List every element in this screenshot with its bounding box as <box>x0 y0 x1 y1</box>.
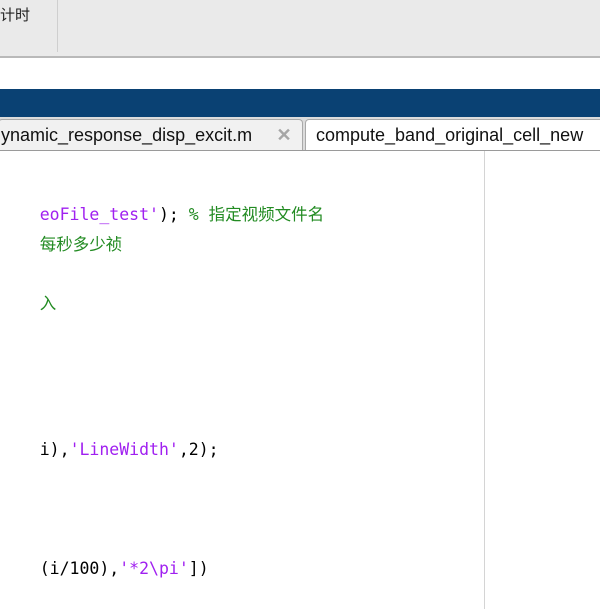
tab-dynamic-response-disp-excit[interactable]: ynamic_response_disp_excit.m ✕ <box>0 119 303 150</box>
string-literal: 'LineWidth' <box>69 440 179 459</box>
code-line: 每秒多少祯 <box>0 212 123 254</box>
code-line: eoFile_test'); % 指定视频文件名 <box>0 182 324 224</box>
tab-compute-band-original-cell-new[interactable]: compute_band_original_cell_new <box>305 119 600 150</box>
code-line: i),'LineWidth',2); <box>0 421 219 459</box>
address-bar[interactable] <box>0 58 600 90</box>
toolstrip-timer-label[interactable]: 计时 <box>0 4 30 25</box>
tab-label: compute_band_original_cell_new <box>316 125 584 145</box>
code-text: (i/100), <box>39 559 120 578</box>
comment: 每秒多少祯 <box>39 235 123 254</box>
right-text-margin-line <box>484 151 485 609</box>
code-text: ,2); <box>178 440 219 459</box>
code-line: (i/100),'*2\pi']) <box>0 540 209 578</box>
code-line: 入 <box>0 271 57 313</box>
editor-tab-strip: ynamic_response_disp_excit.m ✕ compute_b… <box>0 117 600 151</box>
string-literal: '*2\pi' <box>119 559 189 578</box>
comment: % 指定视频文件名 <box>188 205 325 224</box>
toolstrip: 计时 <box>0 0 600 56</box>
code-text: ]) <box>188 559 209 578</box>
toolstrip-separator <box>57 0 58 52</box>
code-text: i), <box>39 440 70 459</box>
code-text: ); <box>158 205 189 224</box>
comment: 入 <box>39 294 57 313</box>
close-icon[interactable]: ✕ <box>274 120 294 150</box>
editor-titlebar <box>0 89 600 117</box>
tab-label: ynamic_response_disp_excit.m <box>1 125 253 145</box>
code-editor[interactable]: eoFile_test'); % 指定视频文件名 每秒多少祯 入 i),'Lin… <box>0 151 600 609</box>
